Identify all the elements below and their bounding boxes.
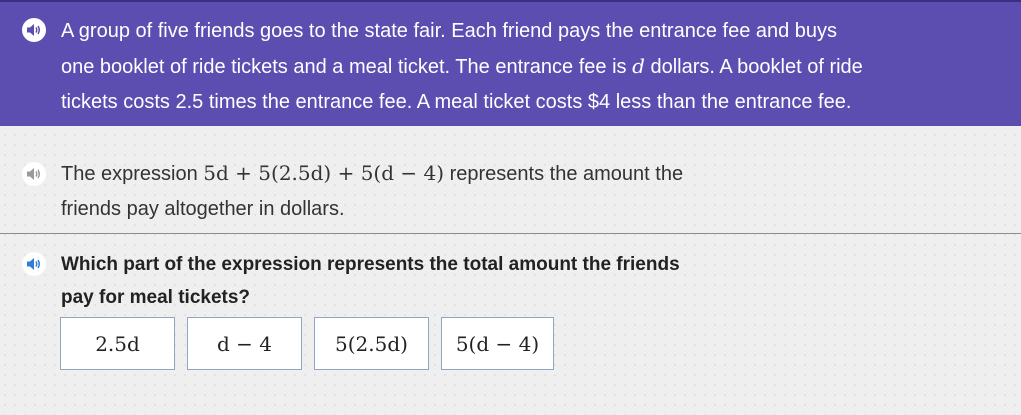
statement-expression: 5d + 5(2.5d) + 5(d − 4): [203, 161, 445, 185]
statement-line-2: friends pay altogether in dollars.: [61, 198, 345, 220]
choice-2-5d[interactable]: 2.5d: [60, 317, 175, 370]
question-line-1: Which part of the expression represents …: [61, 254, 680, 275]
answer-choices: 2.5d d − 4 5(2.5d) 5(d − 4): [60, 317, 554, 371]
problem-line-3: tickets costs 2.5 times the entrance fee…: [61, 91, 852, 113]
statement-prefix: The expression: [61, 163, 204, 185]
speaker-icon[interactable]: [22, 252, 46, 276]
banner-top-line: [0, 0, 1021, 2]
problem-line-2-a: one booklet of ride tickets and a meal t…: [61, 56, 633, 78]
choice-label: d − 4: [217, 331, 272, 356]
problem-line-1: A group of five friends goes to the stat…: [61, 20, 838, 42]
variable-d: d: [632, 54, 645, 78]
problem-text: A group of five friends goes to the stat…: [61, 14, 1006, 120]
page: A group of five friends goes to the stat…: [0, 0, 1021, 415]
statement-line-1: The expression 5d + 5(2.5d) + 5(d − 4) r…: [61, 156, 781, 192]
statement-suffix: represents the amount the: [444, 163, 684, 185]
problem-banner: A group of five friends goes to the stat…: [0, 0, 1021, 126]
choice-label: 5(d − 4): [455, 331, 540, 356]
choice-d-minus-4[interactable]: d − 4: [187, 317, 302, 370]
choice-5-2-5d[interactable]: 5(2.5d): [314, 317, 429, 370]
speaker-icon[interactable]: [22, 18, 46, 42]
choice-5-d-minus-4[interactable]: 5(d − 4): [441, 317, 554, 370]
question-prompt: Which part of the expression represents …: [61, 248, 821, 314]
expression-statement: The expression 5d + 5(2.5d) + 5(d − 4) r…: [61, 156, 781, 227]
choice-label: 2.5d: [95, 331, 140, 356]
problem-line-2: one booklet of ride tickets and a meal t…: [61, 49, 1006, 85]
problem-line-2-b: dollars. A booklet of ride: [644, 56, 863, 78]
choice-label: 5(2.5d): [335, 331, 408, 356]
question-line-2: pay for meal tickets?: [61, 287, 251, 308]
section-divider: [0, 233, 1021, 234]
speaker-icon[interactable]: [22, 162, 46, 186]
